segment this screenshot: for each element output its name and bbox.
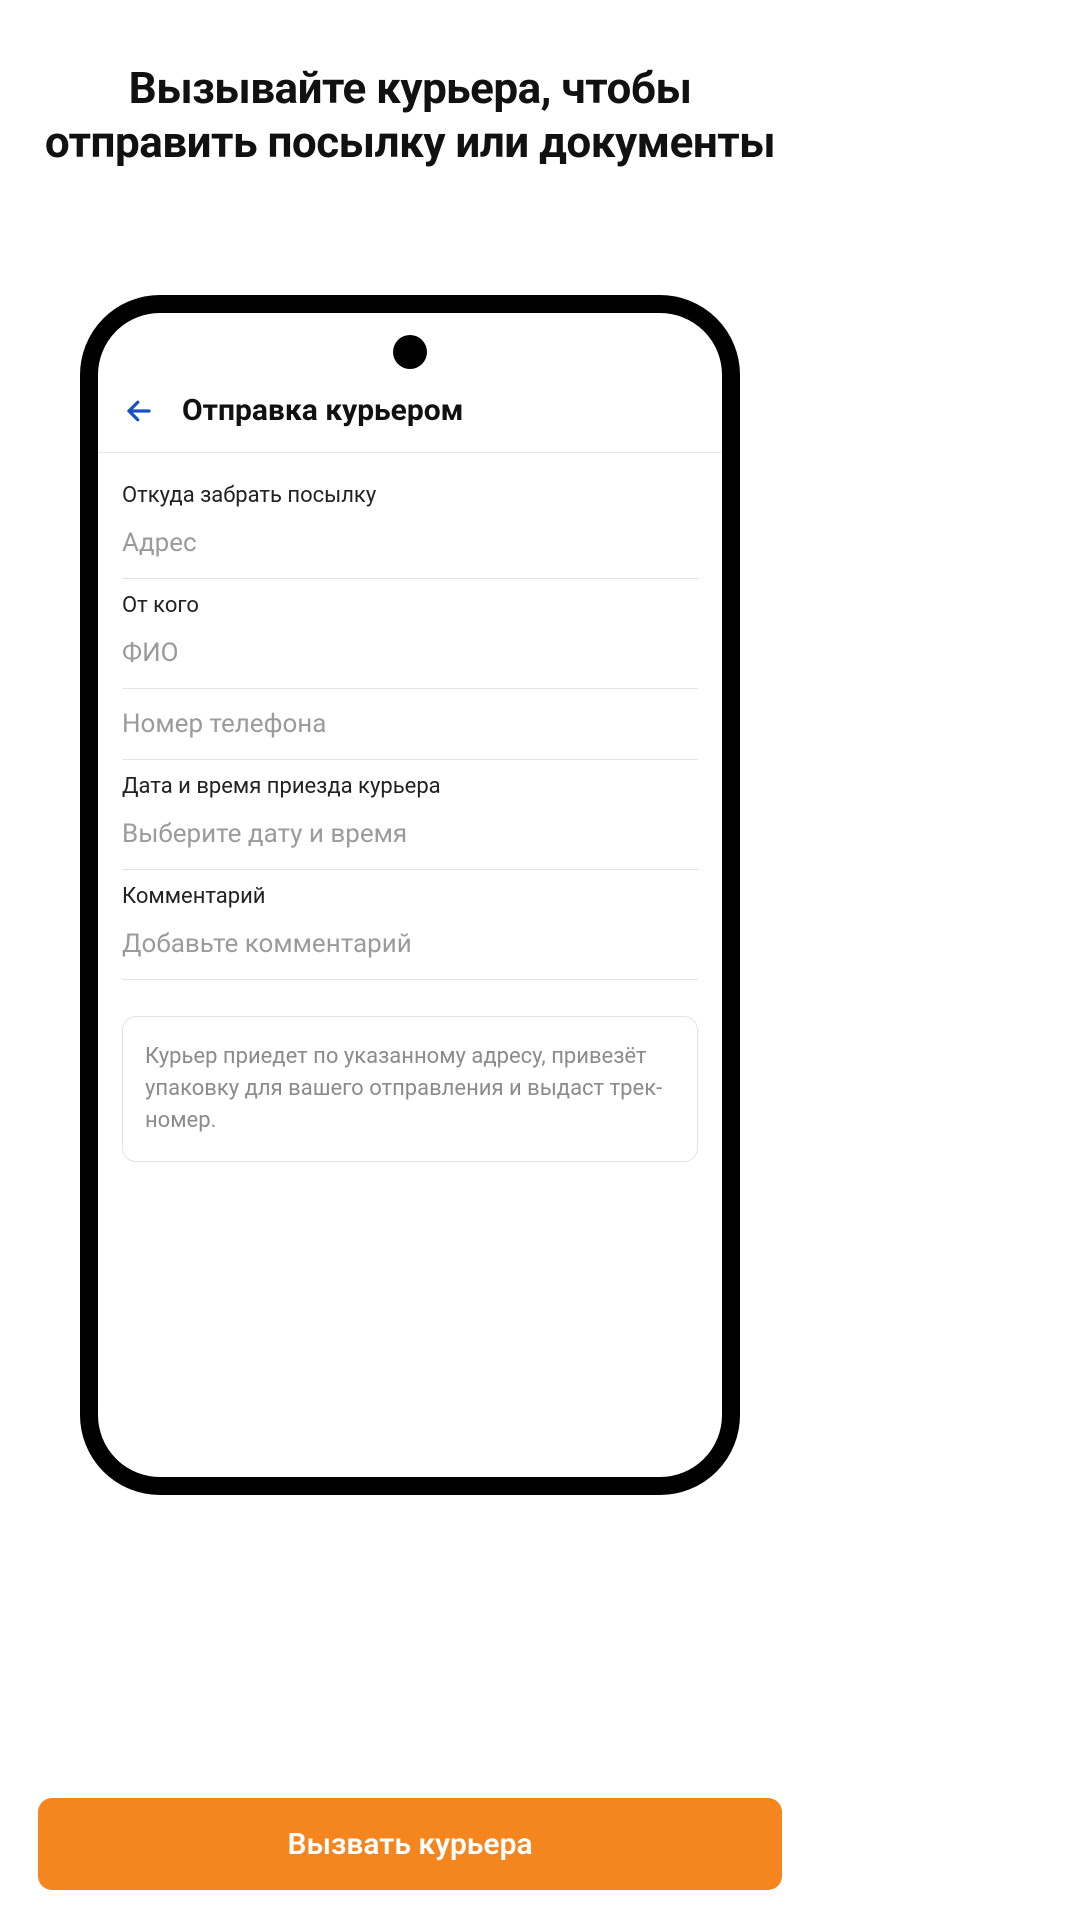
hero-title: Вызывайте курьера, чтобы отправить посыл… <box>0 0 820 169</box>
comment-label: Комментарий <box>122 884 698 909</box>
back-button[interactable] <box>122 394 156 428</box>
sender-field: От кого <box>122 579 698 689</box>
phone-camera-dot <box>393 335 427 369</box>
comment-field: Комментарий <box>122 870 698 980</box>
app-screen: Отправка курьером Откуда забрать посылку… <box>98 313 722 1477</box>
arrow-left-icon <box>124 396 154 426</box>
sender-phone-field <box>122 689 698 760</box>
phone-frame: Отправка курьером Откуда забрать посылку… <box>80 295 740 1495</box>
screen-header: Отправка курьером <box>98 383 722 453</box>
courier-info-card: Курьер приедет по указанному адресу, при… <box>122 1016 698 1162</box>
sender-name-input[interactable] <box>122 632 698 689</box>
phone-mockup: Отправка курьером Откуда забрать посылку… <box>80 295 740 1495</box>
courier-form: Откуда забрать посылку От кого Дата и вр… <box>98 453 722 1162</box>
datetime-label: Дата и время приезда курьера <box>122 774 698 799</box>
datetime-field: Дата и время приезда курьера <box>122 760 698 870</box>
call-courier-button[interactable]: Вызвать курьера <box>38 1798 782 1890</box>
sender-label: От кого <box>122 593 698 618</box>
pickup-address-input[interactable] <box>122 522 698 579</box>
screen-title: Отправка курьером <box>182 393 463 428</box>
sender-phone-input[interactable] <box>122 703 698 760</box>
pickup-address-label: Откуда забрать посылку <box>122 483 698 508</box>
comment-input[interactable] <box>122 923 698 980</box>
pickup-address-field: Откуда забрать посылку <box>122 469 698 579</box>
datetime-input[interactable] <box>122 813 698 870</box>
